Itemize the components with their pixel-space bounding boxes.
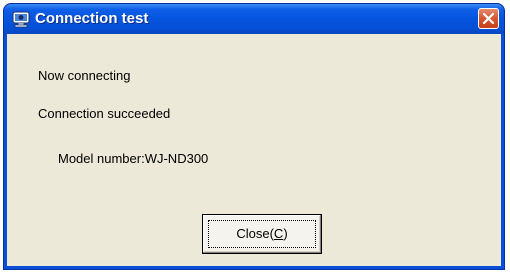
model-number-text: Model number:WJ-ND300 bbox=[58, 151, 209, 166]
close-button-label: Close(C) bbox=[236, 226, 288, 241]
dialog-body: Now connecting Connection succeeded Mode… bbox=[7, 34, 501, 266]
status-result-text: Connection succeeded bbox=[38, 106, 171, 121]
status-connecting-text: Now connecting bbox=[38, 68, 131, 83]
close-button[interactable]: Close(C) bbox=[202, 214, 322, 254]
dialog-window: Connection test Now connecting Connectio… bbox=[3, 3, 505, 270]
camera-icon bbox=[12, 10, 30, 28]
title-bar[interactable]: Connection test bbox=[4, 4, 504, 34]
window-title: Connection test bbox=[35, 10, 149, 27]
close-window-button[interactable] bbox=[478, 8, 499, 29]
close-icon bbox=[482, 12, 495, 25]
